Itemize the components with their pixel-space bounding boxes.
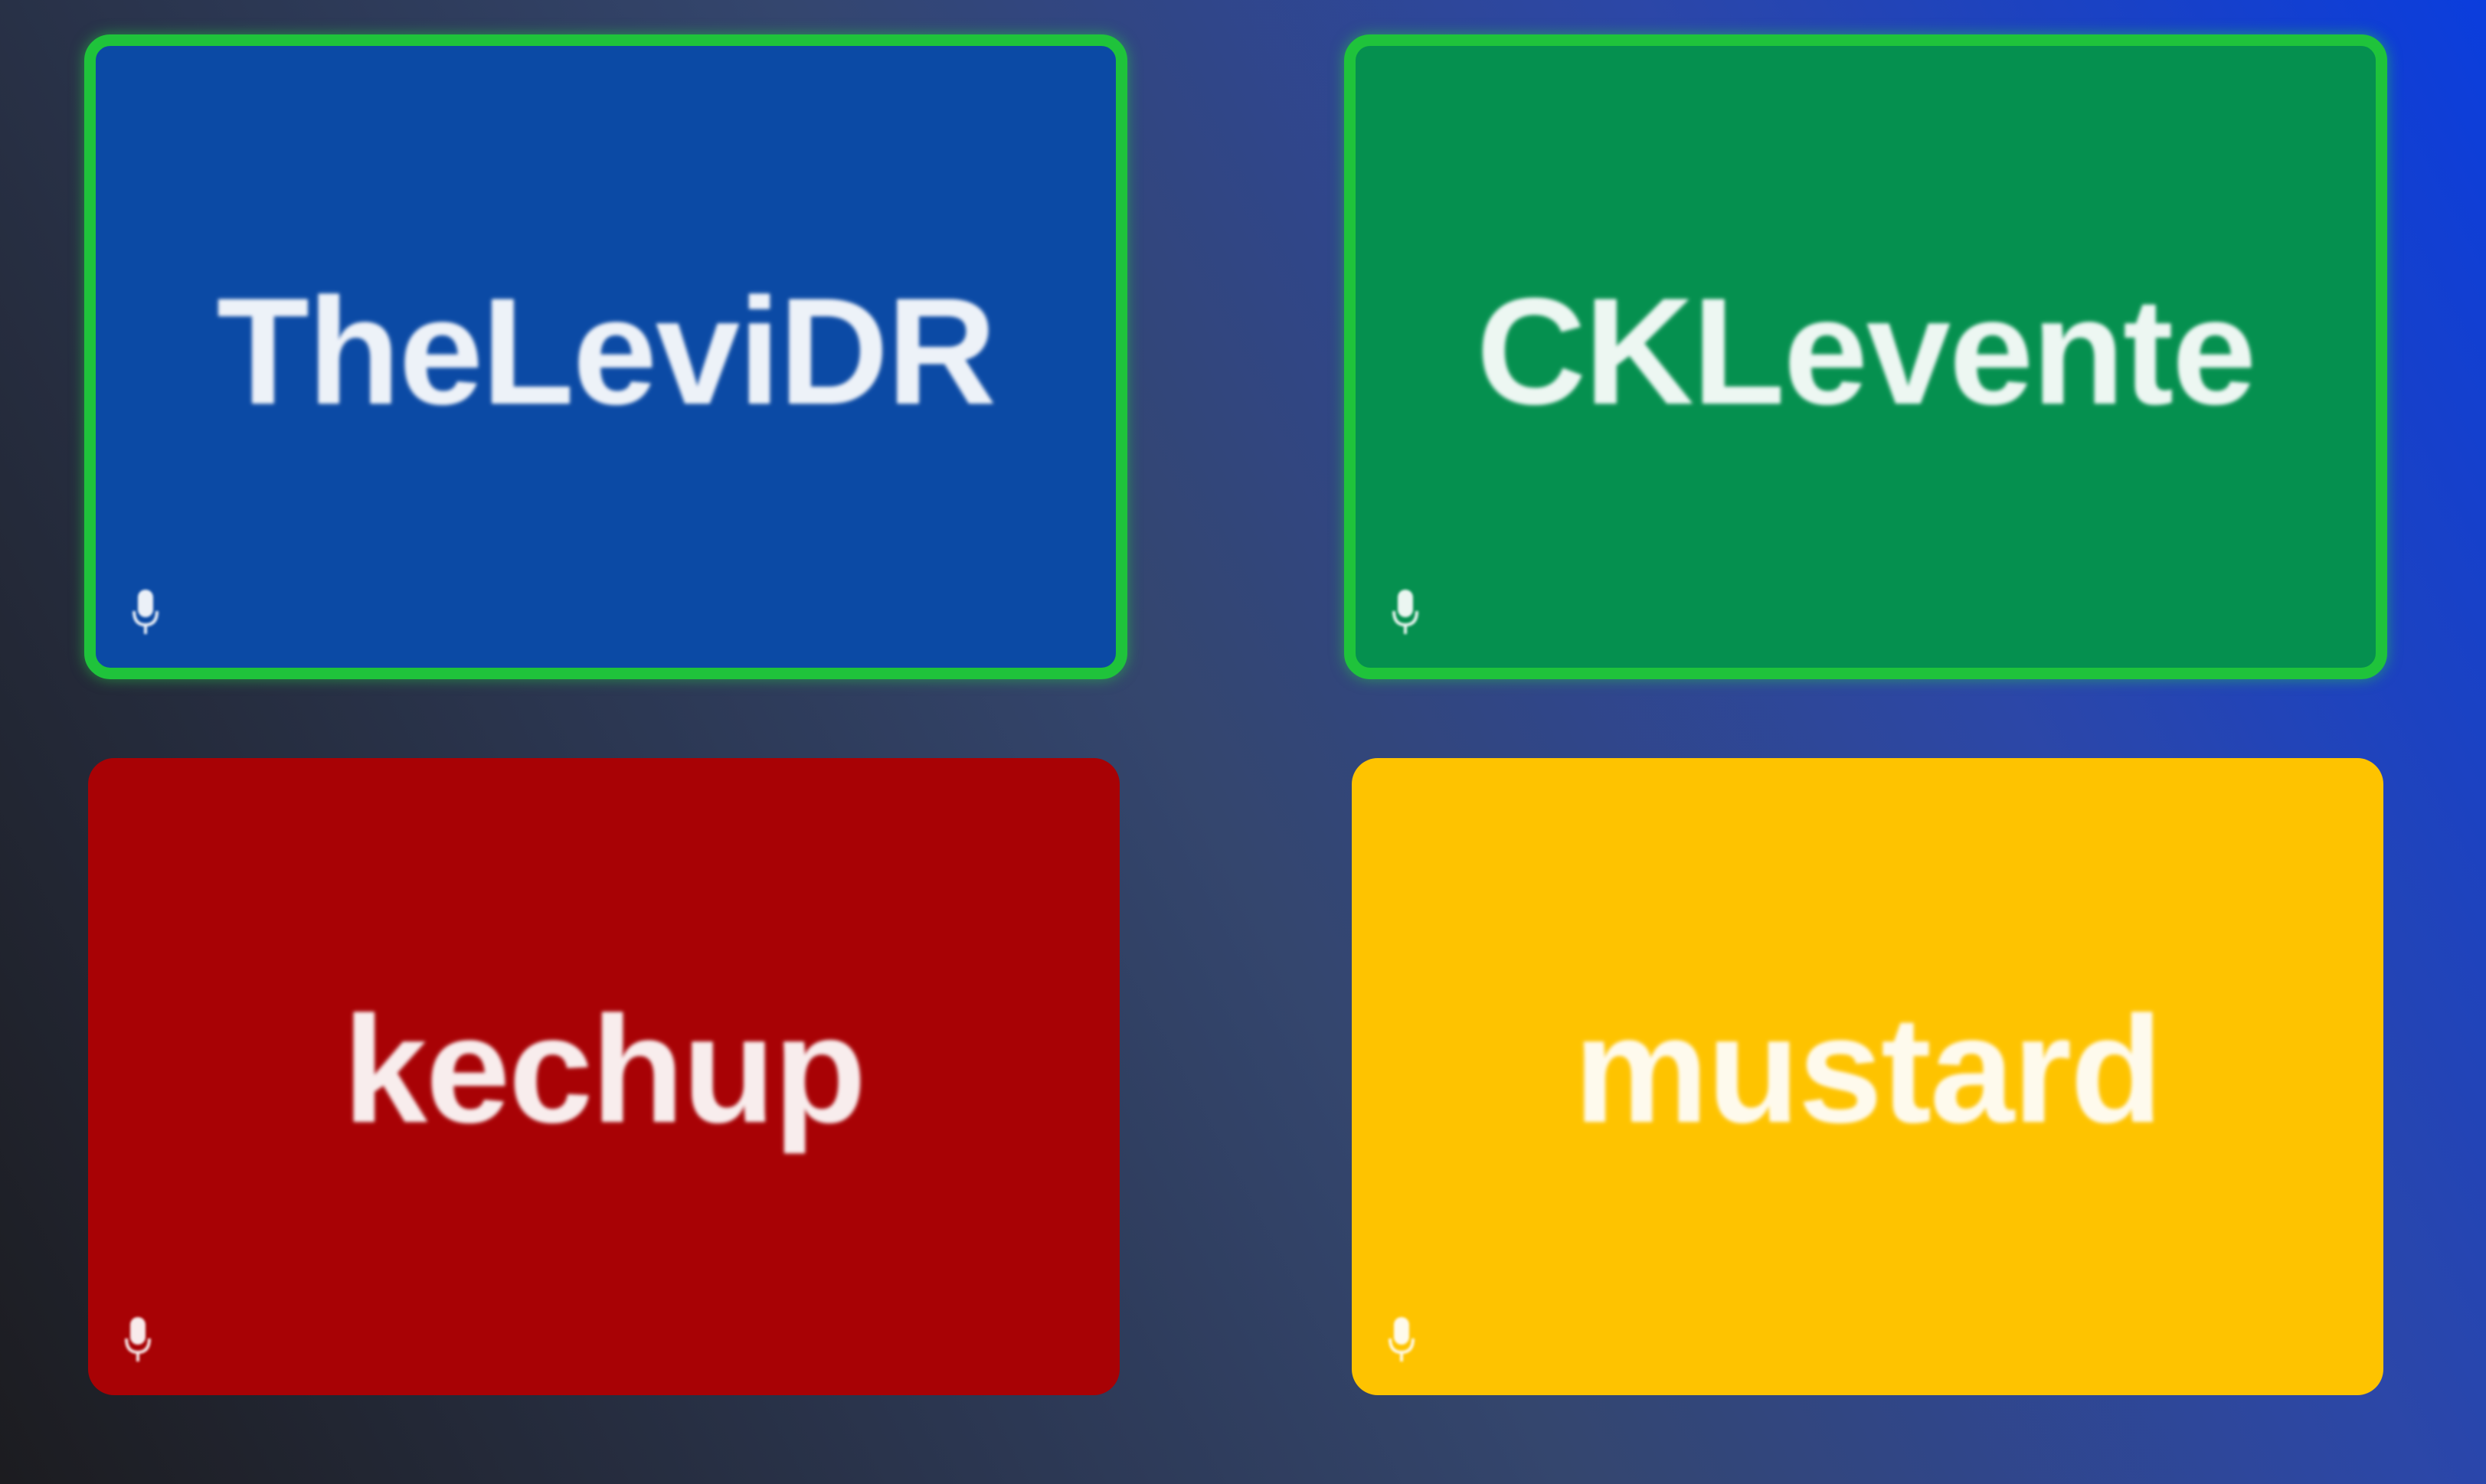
participant-tile-mustard[interactable]: mustard	[1352, 758, 2383, 1395]
microphone-icon	[132, 588, 159, 637]
microphone-icon	[1389, 1316, 1415, 1365]
participant-name: CKLevente	[1476, 266, 2256, 436]
participant-name: mustard	[1573, 984, 2163, 1154]
participant-tile-thelevidr[interactable]: TheLeviDR	[84, 34, 1127, 679]
microphone-icon	[125, 1316, 151, 1365]
participant-tile-kechup[interactable]: kechup	[88, 758, 1120, 1395]
microphone-icon	[1392, 588, 1418, 637]
participant-tile-cklevente[interactable]: CKLevente	[1344, 34, 2387, 679]
participant-name: kechup	[342, 984, 866, 1154]
participant-name: TheLeviDR	[216, 266, 996, 436]
